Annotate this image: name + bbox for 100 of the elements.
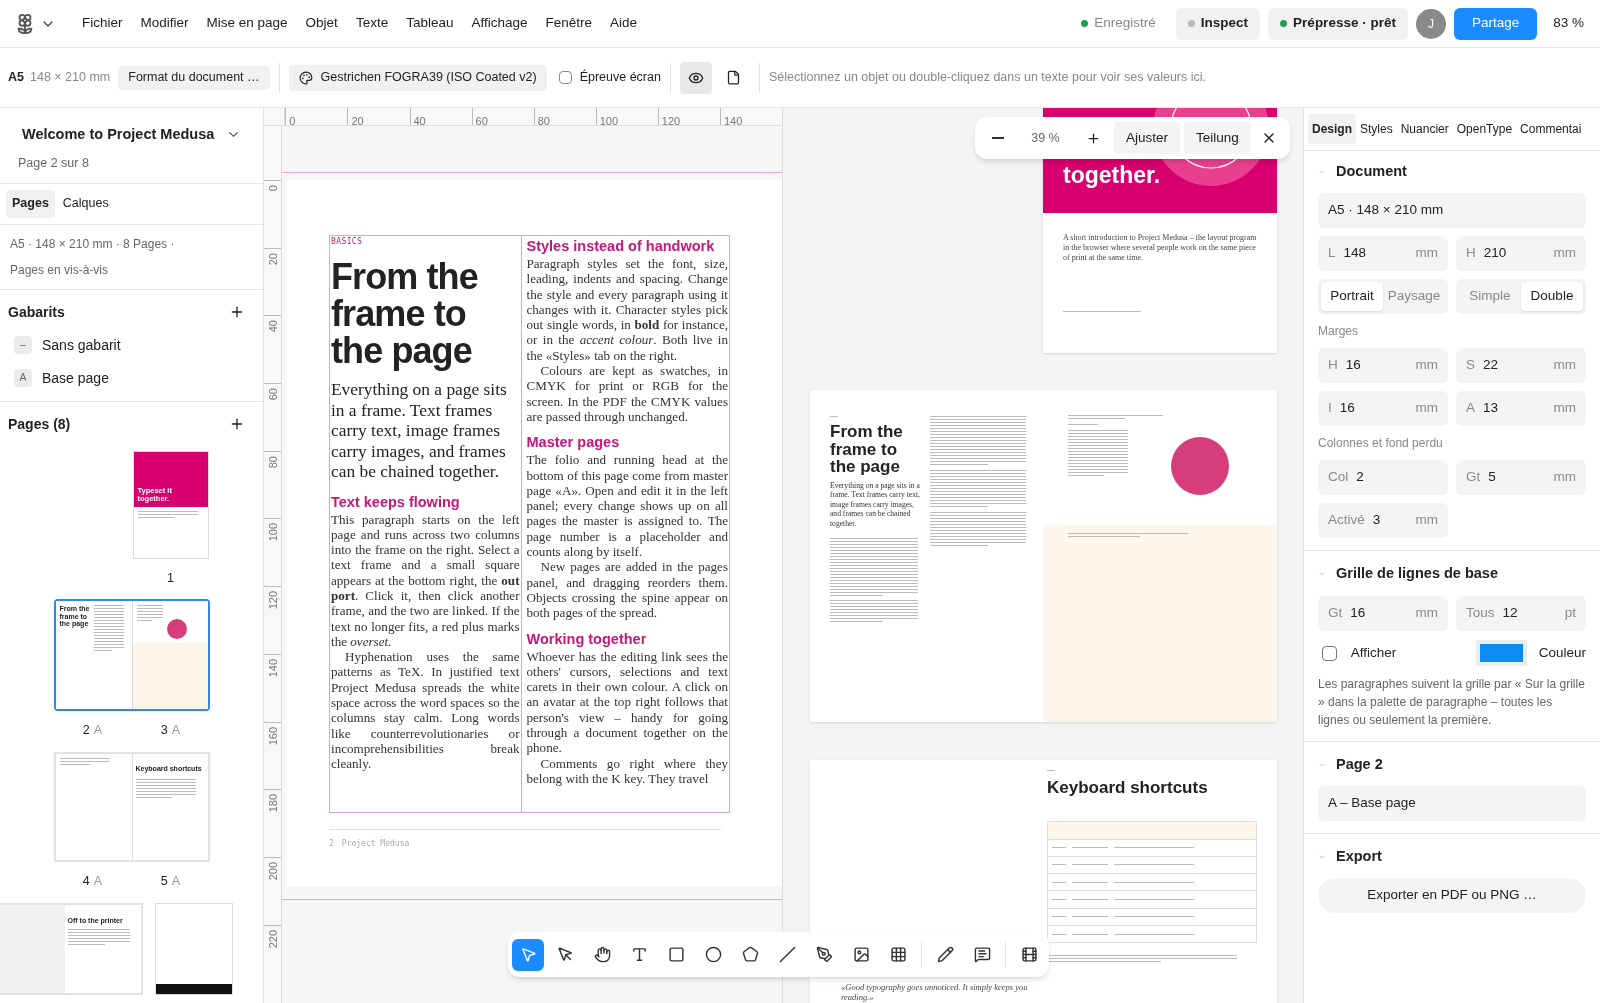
number-field[interactable]: Gt 16 mm [1318,596,1448,631]
number-field[interactable]: A 13 mm [1456,391,1586,426]
format-field[interactable]: A5 · 148 × 210 mm [1318,193,1586,228]
ruler-number: 0 [289,115,296,127]
menu-item[interactable]: Texte [347,13,397,34]
text-lines-drawing [135,779,196,798]
status-indicator[interactable]: Enregistré [1069,7,1168,40]
pointer-icon [519,946,537,963]
fit-button[interactable]: Ajuster [1113,122,1180,154]
pen-nib-icon [815,946,833,963]
document-info: A5 · 148 × 210 mm · 8 Pages · [10,235,176,253]
ruler-number: 20 [266,252,279,265]
inspector-tab[interactable]: Commentai [1516,114,1586,144]
master-field[interactable]: A – Base page [1318,786,1586,821]
section-title: Grille de lignes de base [1336,564,1498,584]
checkbox-label: Épreuve écran [579,68,661,87]
number-field[interactable]: Gt 5 mm [1456,460,1586,495]
pentagon-icon [741,946,759,963]
add-icon[interactable] [229,416,245,432]
panel-tab[interactable]: Pages [6,189,55,218]
document-format-button[interactable]: Format du document … [118,65,270,90]
status-indicator[interactable]: Prépresse · prêt [1268,7,1408,40]
menu-item[interactable]: Fichier [74,13,131,34]
body-paragraph: Paragraph styles set the font, size, leading, indents and spacing. Change the style and every paragraph using it changes with it. Character styles pick out single words, in bold for instance, or in the accent colour. Both live in the «Styles» tab on the right. [526,256,728,364]
body-paragraph: Comments go right where they belong with the K key. They travel [526,755,728,787]
number-field[interactable]: Tous 12 pt [1456,596,1586,631]
menu-item[interactable]: Tableau [398,13,462,34]
format-label: A5 [8,69,24,87]
checkbox-label: Afficher [1350,643,1398,662]
segment-option[interactable]: Portrait [1321,282,1383,311]
section-heading: Working together [526,629,648,649]
body-paragraph: Whoever has the editing link sees the others' cursors, selections and text carets in their own colour. A click on an avatar at the top right follows that person's view – handy for going through a document together on the phone. [526,648,728,756]
ruler-number: 120 [266,591,279,610]
menu-item[interactable]: Mise en page [198,13,296,34]
text-lines-drawing [1047,770,1056,771]
ruler-number: 200 [266,861,279,881]
text-lines-drawing [67,929,130,946]
folio: 2 [329,838,334,850]
ruler-number: 140 [266,658,279,678]
text-lines-drawing [59,758,110,765]
menu-item[interactable]: Fenêtre [537,13,601,34]
number-field[interactable]: L 148 mm [1318,236,1448,271]
segment-option[interactable]: Double [1521,282,1583,311]
master-item[interactable]: A Base page [14,367,255,389]
section-title: Gabarits [8,302,65,322]
status-label: Enregistré [1094,14,1156,33]
film-icon [1020,946,1038,963]
number-field[interactable]: Activé 3 mm [1318,503,1448,538]
export-button[interactable]: Exporter en PDF ou PNG … [1318,878,1586,913]
inspector-tab[interactable]: Design [1308,114,1356,144]
split-button[interactable]: Teilung [1183,122,1251,154]
ruler-number: 0 [266,185,279,192]
master-item[interactable]: – Sans gabarit [14,334,255,356]
text-lines-drawing [1068,430,1128,476]
inspector-tab[interactable]: OpenType [1452,114,1517,144]
section-title: Export [1336,847,1382,867]
status-indicator[interactable]: Inspect [1175,7,1261,40]
inspector-tab[interactable]: Nuancier [1396,114,1453,144]
ruler-number: 100 [266,523,279,542]
lead-paragraph: Everything on a page sits in a frame. Text frames carry text, image frames carry images, and frames can be chained together. [331,379,508,482]
number-field[interactable]: S 22 mm [1456,348,1586,383]
color-swatch[interactable] [1475,640,1527,666]
checkbox[interactable] [1322,645,1337,661]
square-icon [667,946,685,963]
master-badge: A [14,369,32,387]
number-field[interactable]: H 210 mm [1456,236,1586,271]
help-text: Les paragraphes suivent la grille par « Sur la grille » dans la palette de paragraphe – toutes les lignes ou seulement la première. [1318,676,1586,729]
group-label: Colonnes et fond perdu [1318,435,1444,452]
ruler-number: 60 [266,388,279,401]
ruler-number: 120 [661,115,681,127]
status-label: Inspect [1200,14,1249,33]
zoom-level: 83 % [1553,14,1584,33]
color-profile-button[interactable]: Gestrichen FOGRA39 (ISO Coated v2) [288,64,547,91]
menu-item[interactable]: Affichage [463,13,536,34]
checkbox[interactable] [558,71,572,84]
page-thumbnail[interactable] [154,902,233,995]
text-lines-drawing [137,510,198,518]
palette-icon [298,70,313,85]
arrow-icon [556,946,574,963]
panel-tab[interactable]: Calques [56,189,115,218]
ruler-number: 40 [266,320,279,333]
cover-title: together. [1063,161,1161,190]
menu-item[interactable]: Aide [602,13,646,34]
section-heading: Styles instead of handwork [526,237,716,256]
ruler-number: 40 [413,115,426,127]
page-number: 1 [167,569,174,587]
add-icon[interactable] [229,304,245,320]
number-field[interactable]: H 16 mm [1318,348,1448,383]
number-field[interactable]: Col 2 [1318,460,1448,495]
body-paragraph: The folio and running head at the bottom of this page come from master page «A». Open and edit it in the left panel; every change shows up on all pages the master is assigned to. The page number is a placeholder and counts along by itself. [526,452,728,560]
section-title: Pages (8) [8,414,71,434]
text-lines-drawing [830,416,839,417]
menu-item[interactable]: Modifier [132,13,197,34]
file-icon [726,70,742,85]
master-badge: – [14,336,32,354]
number-field[interactable]: I 16 mm [1318,391,1448,426]
preview-toggle[interactable] [679,61,712,94]
menu-item[interactable]: Objet [297,13,346,34]
page-title: From the frame to the page [331,258,479,369]
inspector-tab[interactable]: Styles [1356,114,1397,144]
